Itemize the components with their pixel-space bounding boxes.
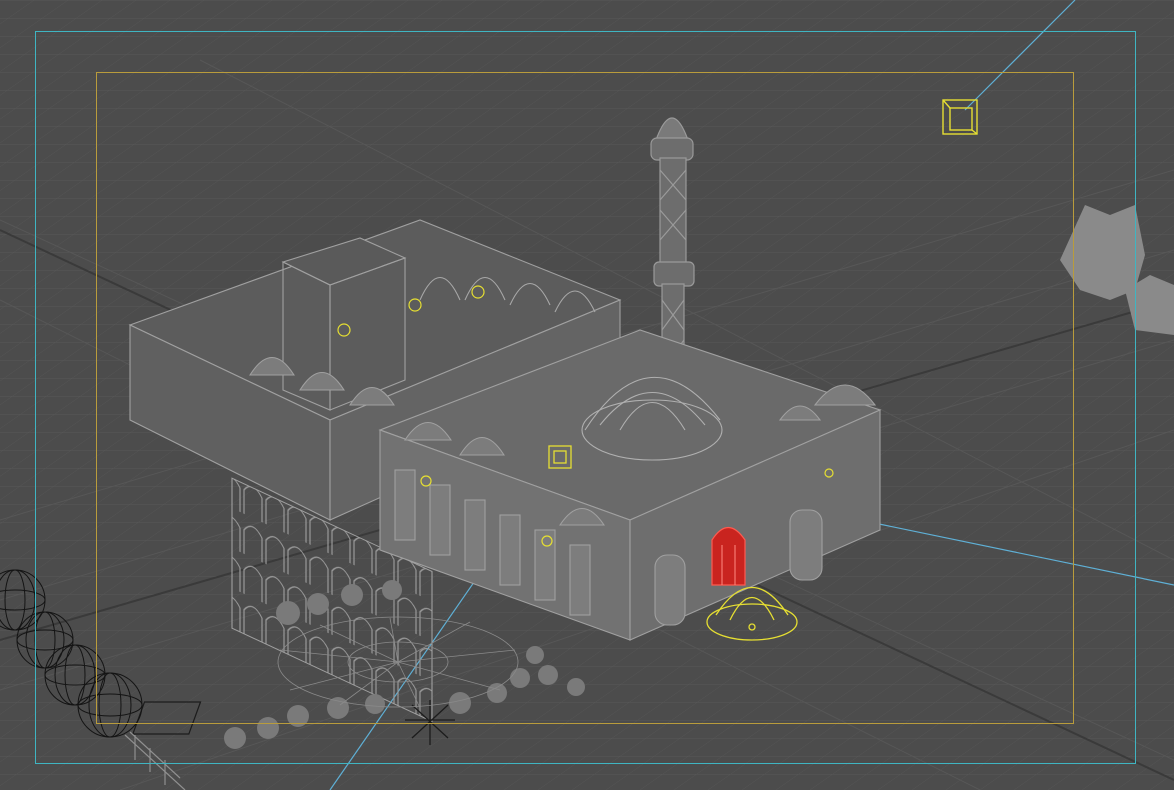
3d-viewport[interactable]: [0, 0, 1174, 790]
selected-door[interactable]: [711, 526, 746, 586]
viewport-scene[interactable]: [0, 0, 1174, 790]
